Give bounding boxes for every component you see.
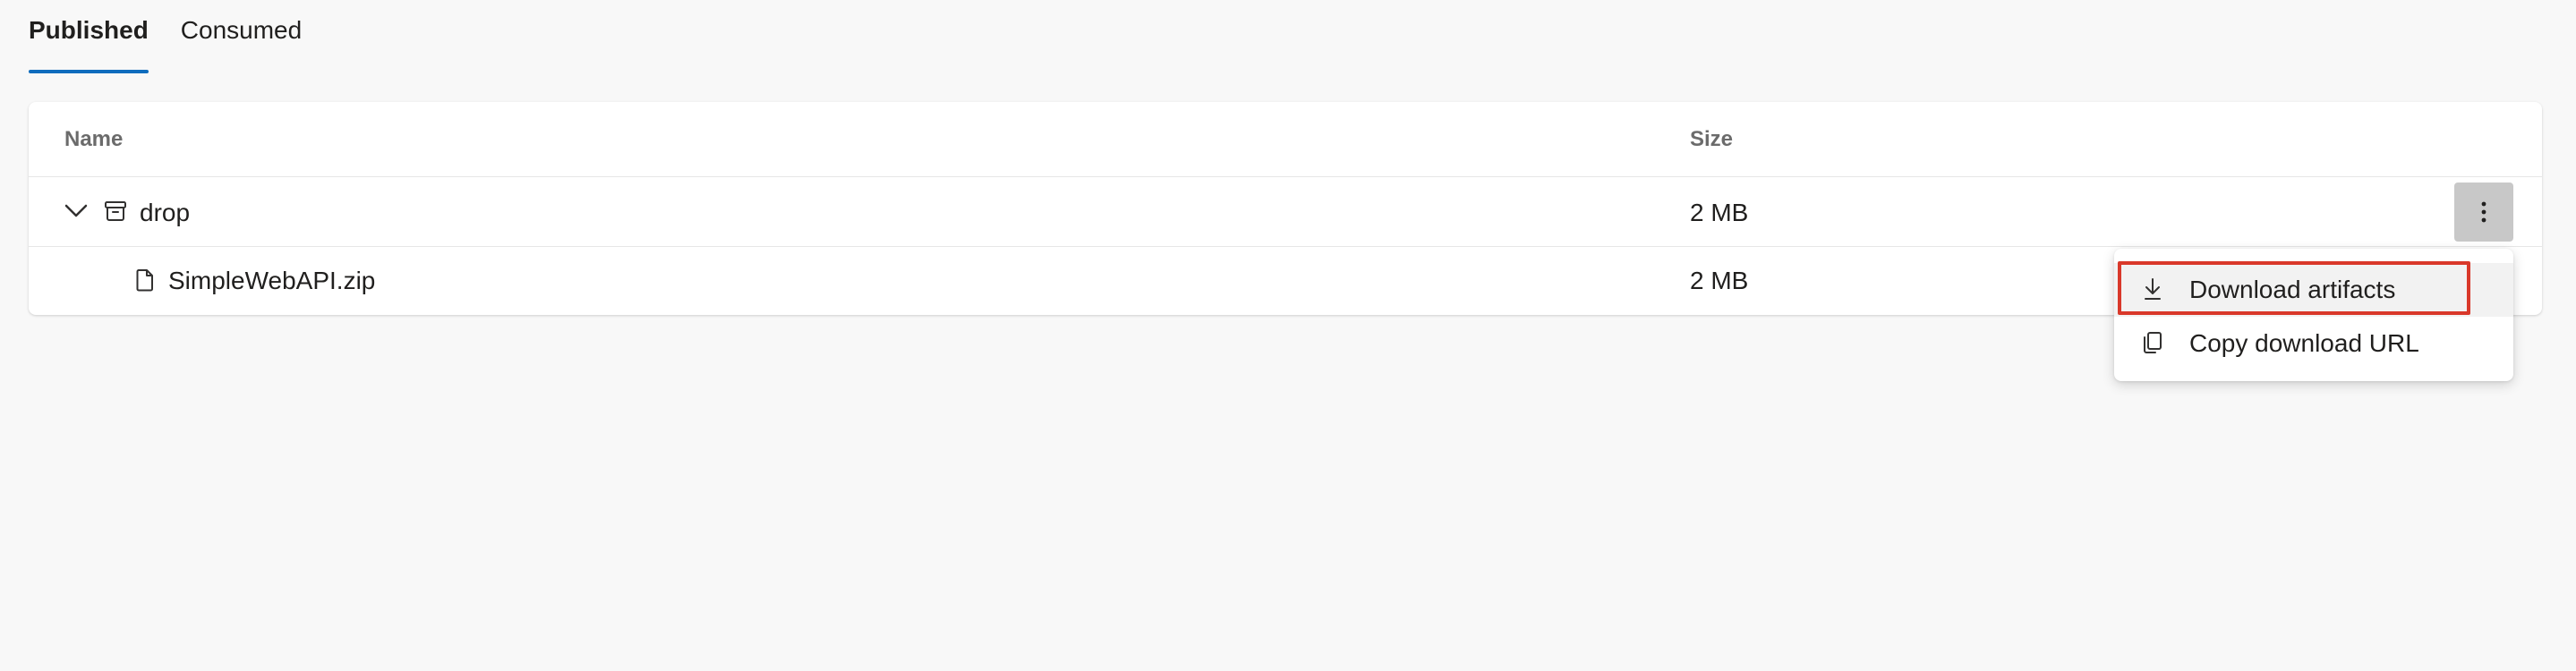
menu-item-copy-download-url[interactable]: Copy download URL: [2114, 317, 2513, 370]
file-icon: [136, 269, 153, 292]
more-vertical-icon: [2481, 201, 2486, 223]
tab-published-label: Published: [29, 16, 149, 44]
copy-icon: [2144, 332, 2162, 353]
download-icon: [2145, 278, 2161, 300]
column-header-name[interactable]: Name: [64, 127, 123, 152]
file-size: 2 MB: [1690, 267, 1749, 294]
artifact-context-menu: Download artifacts Copy download URL: [2114, 249, 2513, 381]
artifact-tabs: Published Consumed: [29, 0, 334, 73]
chevron-down-icon[interactable]: [64, 202, 88, 220]
tab-consumed-label: Consumed: [180, 16, 303, 44]
table-header: Name Size: [29, 102, 2542, 177]
folder-name[interactable]: drop: [140, 199, 190, 227]
column-header-size[interactable]: Size: [1690, 127, 1733, 152]
menu-item-copy-download-url-label: Copy download URL: [2189, 329, 2419, 357]
more-options-button[interactable]: [2454, 183, 2513, 242]
archive-icon: [105, 201, 126, 221]
table-row-drop[interactable]: drop 2 MB: [29, 177, 2542, 247]
menu-item-download-artifacts-label: Download artifacts: [2189, 276, 2396, 303]
tab-published[interactable]: Published: [29, 0, 149, 73]
menu-item-download-artifacts[interactable]: Download artifacts: [2114, 263, 2513, 317]
tab-consumed[interactable]: Consumed: [181, 0, 302, 73]
file-name[interactable]: SimpleWebAPI.zip: [168, 267, 375, 295]
folder-size: 2 MB: [1690, 199, 1749, 226]
